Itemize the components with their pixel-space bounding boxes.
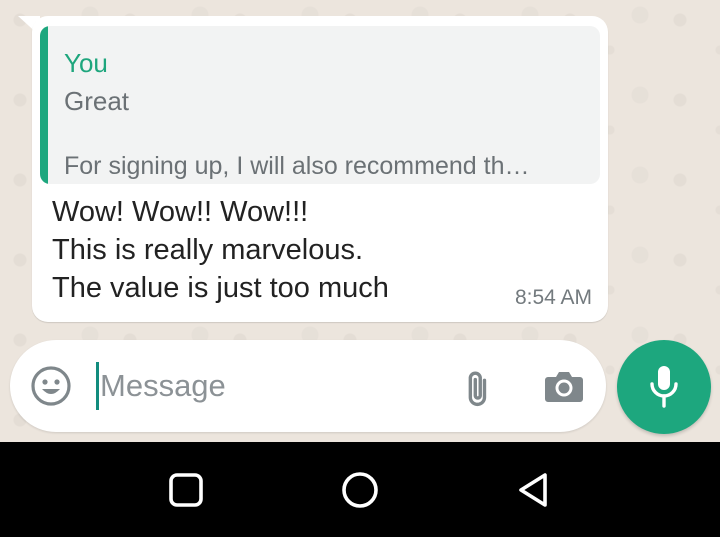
mic-icon xyxy=(650,366,678,408)
back-icon[interactable] xyxy=(514,470,554,510)
camera-icon[interactable] xyxy=(542,366,586,406)
message-text-line: This is really marvelous. xyxy=(52,234,364,266)
message-composer xyxy=(10,340,606,432)
voice-record-button[interactable] xyxy=(617,340,711,434)
quote-text-line: For signing up, I will also recommend th… xyxy=(64,152,530,180)
quoted-message[interactable]: You Great For signing up, I will also re… xyxy=(40,26,600,184)
system-navigation-bar xyxy=(0,442,720,537)
text-caret xyxy=(96,362,99,410)
quote-author: You xyxy=(64,48,108,78)
home-icon[interactable] xyxy=(340,470,380,510)
emoji-icon[interactable] xyxy=(30,365,72,407)
quote-text-line: Great xyxy=(64,86,130,116)
quote-accent-bar xyxy=(40,26,48,184)
message-text-line: The value is just too much xyxy=(52,272,389,304)
message-bubble[interactable]: You Great For signing up, I will also re… xyxy=(32,16,608,322)
attach-icon[interactable] xyxy=(454,364,498,408)
message-input[interactable] xyxy=(100,362,420,410)
recents-icon[interactable] xyxy=(166,470,206,510)
message-text-line: Wow! Wow!! Wow!!! xyxy=(52,196,309,228)
message-timestamp: 8:54 AM xyxy=(514,286,592,309)
